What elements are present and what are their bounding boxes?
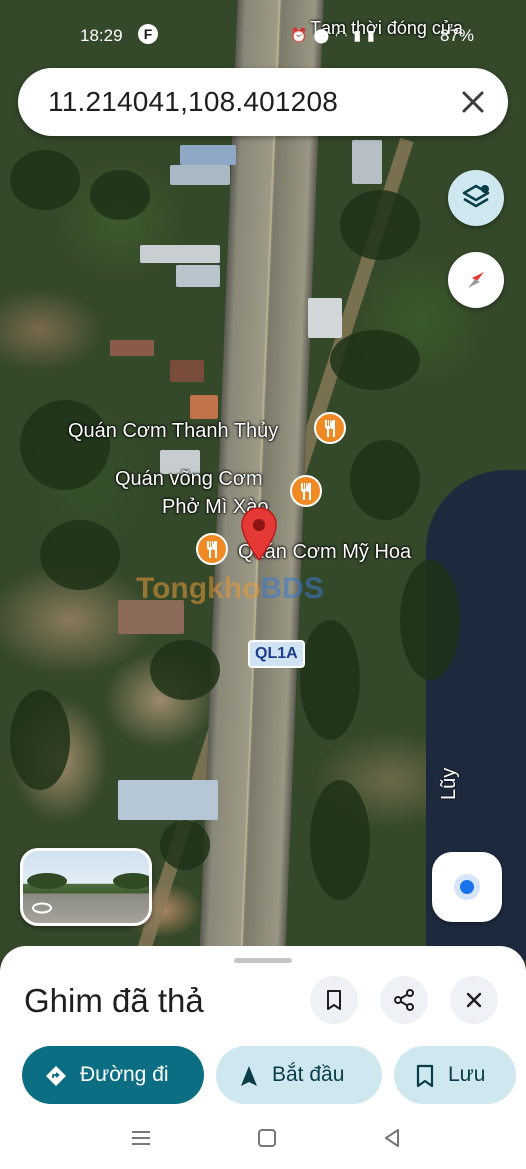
bookmark-icon [327, 990, 341, 1010]
restaurant-poi-icon[interactable] [290, 475, 322, 507]
compass-icon [468, 272, 484, 288]
tree-cluster [27, 873, 67, 889]
bookmark-icon [416, 1064, 434, 1088]
street-view-thumbnail[interactable] [20, 848, 152, 926]
directions-label: Đường đi [80, 1063, 169, 1086]
save-button[interactable]: Lưu [394, 1046, 516, 1104]
start-navigation-button[interactable]: Bắt đầu [216, 1046, 382, 1104]
my-location-icon [454, 874, 480, 900]
directions-icon [46, 1066, 66, 1086]
share-icon [394, 989, 414, 1011]
compass-button[interactable] [448, 252, 504, 308]
my-location-button[interactable] [432, 852, 502, 922]
lake-label: Lũy [438, 767, 460, 800]
rotate-360-icon [32, 902, 52, 914]
search-bar[interactable]: 11.214041,108.401208 [18, 68, 508, 136]
building-roof [170, 165, 230, 185]
layers-icon [462, 184, 490, 208]
tree-cluster [90, 170, 150, 220]
back-icon[interactable] [382, 1127, 402, 1149]
tree-cluster [310, 780, 370, 900]
dropped-pin-marker-icon[interactable] [240, 506, 278, 562]
layers-button[interactable] [448, 170, 504, 226]
recent-apps-icon[interactable] [130, 1128, 152, 1148]
building-roof [308, 298, 342, 338]
tree-cluster [160, 820, 210, 870]
location-icon: ⬤ [313, 27, 336, 43]
status-icons: ⏰⬤◠▮▮ [290, 27, 381, 44]
close-sheet-button[interactable] [450, 976, 498, 1024]
restaurant-poi-icon[interactable] [196, 533, 228, 565]
restaurant-poi-icon[interactable] [314, 412, 346, 444]
tree-cluster [150, 640, 220, 700]
satellite-map[interactable]: Quán Cơm Thanh Thủy Quán võng Cơm Phở Mì… [0, 0, 526, 960]
tree-cluster [10, 150, 80, 210]
building-roof [140, 245, 220, 263]
tree-cluster [113, 873, 149, 889]
signal-icon: ▮▮ [353, 27, 381, 43]
clock: 18:29 [80, 26, 123, 45]
close-icon[interactable] [456, 85, 490, 119]
building-roof [180, 145, 236, 165]
road-shield: QL1A [248, 640, 305, 668]
building-roof [170, 360, 204, 382]
tree-cluster [20, 400, 110, 490]
tree-cluster [330, 330, 420, 390]
wifi-icon: ◠ [335, 27, 354, 43]
tree-cluster [300, 620, 360, 740]
bookmark-button[interactable] [310, 976, 358, 1024]
sheet-title: Ghim đã thả [24, 982, 204, 1019]
poi-label[interactable]: Quán Cơm Thanh Thủy [68, 420, 278, 443]
search-query-text[interactable]: 11.214041,108.401208 [48, 86, 338, 118]
tree-cluster [10, 690, 70, 790]
navigation-arrow-icon [241, 1066, 257, 1086]
save-label: Lưu [448, 1063, 486, 1086]
home-icon[interactable] [256, 1127, 278, 1149]
close-icon [466, 992, 482, 1008]
tree-cluster [340, 190, 420, 260]
tree-cluster [40, 520, 120, 590]
start-label: Bắt đầu [272, 1063, 345, 1086]
tree-cluster [400, 560, 460, 680]
system-navigation-bar [0, 1120, 526, 1160]
share-button[interactable] [380, 976, 428, 1024]
building-roof [190, 395, 218, 419]
alarm-icon: ⏰ [290, 27, 314, 43]
status-bar: Tạm thời đóng cửa 18:29 F ⏰⬤◠▮▮ 87% [0, 18, 526, 48]
battery-level: 87% [440, 26, 475, 45]
watermark-text: TongkhoBDS [136, 572, 324, 605]
building-roof [176, 265, 220, 287]
building-roof [352, 140, 382, 184]
drag-handle[interactable] [234, 958, 292, 963]
tree-cluster [350, 440, 420, 520]
building-roof [110, 340, 154, 356]
building-roof [118, 780, 218, 820]
directions-button[interactable]: Đường đi [22, 1046, 204, 1104]
poi-label[interactable]: Quán võng Cơm [115, 468, 263, 491]
facebook-icon: F [138, 24, 158, 44]
